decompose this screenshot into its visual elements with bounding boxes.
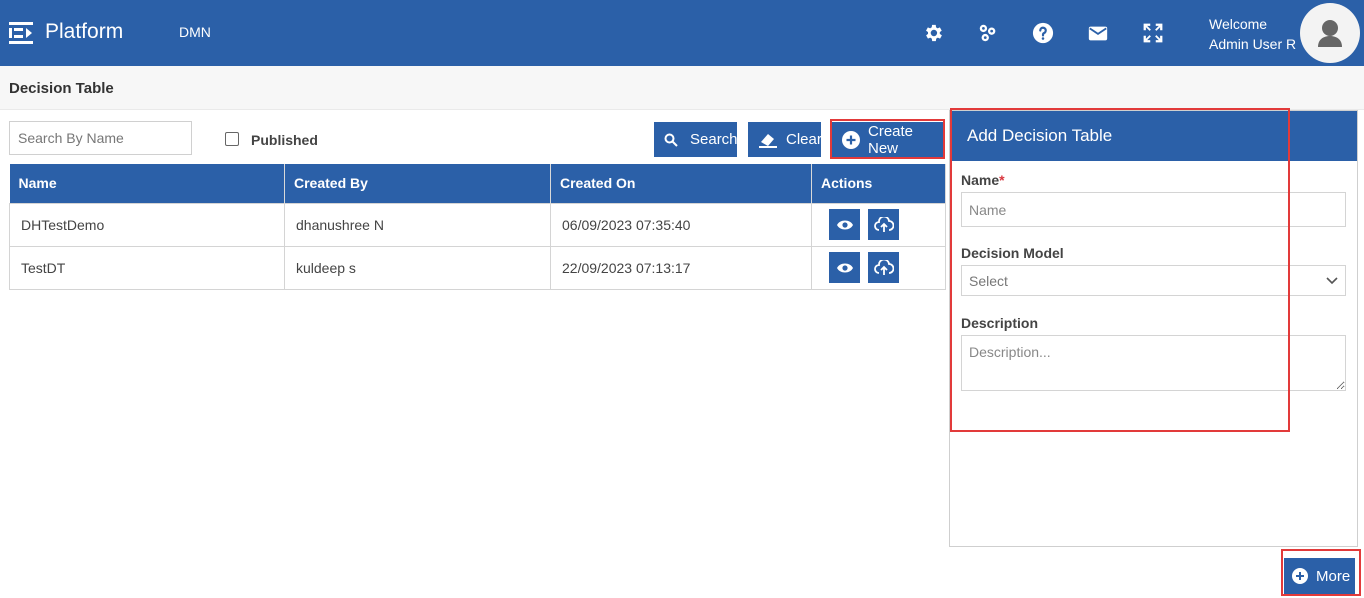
- more-button[interactable]: More: [1284, 558, 1355, 594]
- welcome-label: Welcome: [1209, 16, 1268, 32]
- decision-model-label: Decision Model: [961, 245, 1064, 261]
- publish-button[interactable]: [868, 252, 899, 283]
- cell-created-by: dhanushree N: [284, 202, 551, 247]
- decision-model-select[interactable]: Select: [961, 265, 1346, 296]
- cell-created-on: 06/09/2023 07:35:40: [550, 202, 812, 247]
- cell-name: TestDT: [9, 245, 285, 290]
- table-row[interactable]: TestDT kuldeep s 22/09/2023 07:13:17: [9, 245, 946, 290]
- search-input[interactable]: [9, 121, 192, 155]
- published-checkbox[interactable]: [225, 132, 239, 146]
- description-field[interactable]: [961, 335, 1346, 391]
- column-header-created-by[interactable]: Created By: [284, 164, 551, 203]
- clear-button-label: Clear: [786, 131, 822, 148]
- cell-actions: [811, 245, 946, 290]
- decision-table-list: Name Created By Created On Actions DHTes…: [9, 164, 946, 290]
- page-header: Decision Table: [0, 66, 1364, 110]
- plus-circle-icon: [842, 130, 860, 149]
- decision-model-value: Select: [969, 272, 1008, 289]
- eye-icon: [836, 220, 853, 229]
- panel-header: Add Decision Table: [950, 111, 1357, 161]
- more-label: More: [1316, 567, 1351, 585]
- publish-button[interactable]: [868, 209, 899, 240]
- menu-logo-icon[interactable]: [9, 22, 33, 44]
- table-header-row: Name Created By Created On Actions: [9, 164, 946, 203]
- view-button[interactable]: [829, 252, 860, 283]
- add-decision-table-panel: Add Decision Table Name* Decision Model …: [949, 110, 1358, 547]
- user-avatar-icon: [1318, 20, 1342, 47]
- name-label: Name*: [961, 172, 1005, 188]
- modules-icon[interactable]: [977, 22, 999, 44]
- search-button-label: Search: [690, 131, 738, 148]
- panel-title: Add Decision Table: [967, 126, 1113, 145]
- module-name[interactable]: DMN: [179, 24, 211, 40]
- cell-created-on: 22/09/2023 07:13:17: [550, 245, 812, 290]
- chevron-down-icon: [1326, 276, 1338, 284]
- search-icon: [664, 133, 678, 147]
- cell-created-by: kuldeep s: [284, 245, 551, 290]
- fullscreen-icon[interactable]: [1142, 22, 1164, 44]
- name-field[interactable]: [961, 192, 1346, 227]
- mail-icon[interactable]: [1087, 22, 1109, 44]
- welcome-text: Welcome Admin User R: [1209, 14, 1296, 54]
- column-header-name[interactable]: Name: [9, 164, 285, 203]
- user-name: Admin User R: [1209, 36, 1297, 52]
- search-button[interactable]: Search: [654, 122, 738, 157]
- table-row[interactable]: DHTestDemo dhanushree N 06/09/2023 07:35…: [9, 202, 946, 247]
- page-title: Decision Table: [9, 80, 114, 97]
- cloud-upload-icon: [873, 216, 894, 232]
- create-new-button[interactable]: Create New: [832, 122, 944, 157]
- eraser-icon: [759, 133, 777, 148]
- description-label: Description: [961, 315, 1039, 331]
- column-header-actions: Actions: [811, 164, 946, 203]
- help-icon[interactable]: [1032, 22, 1054, 44]
- published-label: Published: [251, 132, 318, 148]
- column-header-created-on[interactable]: Created On: [550, 164, 812, 203]
- name-label-text: Name: [961, 172, 1000, 188]
- plus-circle-icon: [1292, 568, 1308, 584]
- create-new-label: Create New: [868, 122, 914, 157]
- view-button[interactable]: [829, 209, 860, 240]
- cell-actions: [811, 202, 946, 247]
- avatar[interactable]: [1300, 3, 1360, 63]
- clear-button[interactable]: Clear: [748, 122, 822, 157]
- eye-icon: [836, 263, 853, 272]
- cloud-upload-icon: [873, 259, 894, 275]
- cell-name: DHTestDemo: [9, 202, 285, 247]
- top-bar: Platform DMN Welcome Admin User R: [0, 0, 1364, 66]
- required-mark: *: [999, 172, 1005, 188]
- brand-title: Platform: [45, 20, 124, 43]
- settings-icon[interactable]: [922, 22, 944, 44]
